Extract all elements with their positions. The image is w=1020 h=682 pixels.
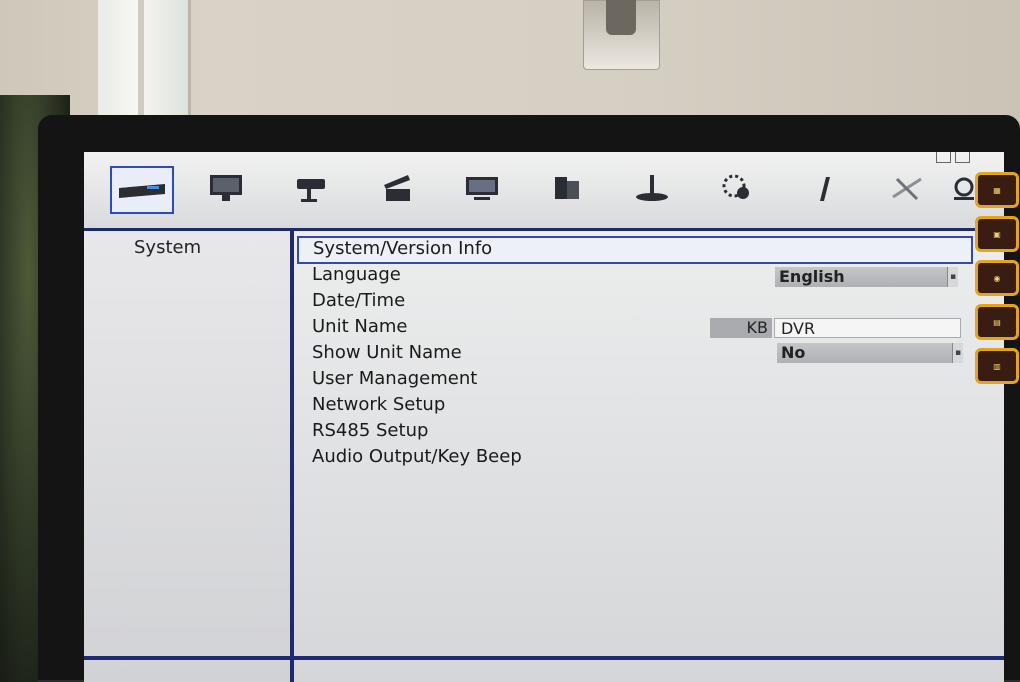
language-select[interactable]: English ▪	[775, 267, 958, 287]
quick-button-3[interactable]: ◉	[975, 260, 1019, 296]
menu-item-rs485-setup[interactable]: RS485 Setup	[312, 420, 428, 441]
window-corner-icons	[936, 152, 970, 163]
menu-item-show-unit-name[interactable]: Show Unit Name	[312, 342, 462, 363]
quick-button-5[interactable]: ▥	[975, 348, 1019, 384]
dropdown-arrow-icon: ▪	[952, 343, 963, 363]
sidebar-item-system[interactable]: System	[134, 237, 201, 258]
user-stand-icon[interactable]	[622, 166, 682, 210]
show-unit-name-value: No	[781, 343, 806, 362]
menu-item-network-setup[interactable]: Network Setup	[312, 394, 445, 415]
blue-square-icon[interactable]	[955, 152, 970, 163]
quick-button-2[interactable]: ▣	[975, 216, 1019, 252]
menu-item-unit-name[interactable]: Unit Name	[312, 316, 407, 337]
category-sidebar: System	[84, 231, 294, 682]
menu-item-audio-output-key-beep[interactable]: Audio Output/Key Beep	[312, 446, 522, 467]
background-window	[98, 0, 191, 125]
dvr-system-icon[interactable]	[110, 166, 174, 214]
dvr-screen: System System/Version Info Language Engl…	[84, 152, 1004, 682]
menu-item-system-version-info[interactable]: System/Version Info	[297, 236, 973, 264]
keyboard-button[interactable]: KB	[710, 318, 772, 338]
quick-button-1[interactable]: ▦	[975, 172, 1019, 208]
monitor-icon[interactable]	[196, 166, 256, 210]
bottom-status-strip	[84, 656, 1004, 660]
network-devices-icon[interactable]	[537, 166, 597, 210]
menu-item-date-time[interactable]: Date/Time	[312, 290, 405, 311]
show-unit-name-select[interactable]: No ▪	[777, 343, 963, 363]
main-menu-bar	[84, 152, 1004, 231]
quick-buttons: ▦ ▣ ◉ ▤ ▥	[975, 172, 1020, 392]
language-value: English	[779, 267, 845, 286]
info-icon[interactable]	[936, 152, 951, 163]
quick-button-4[interactable]: ▤	[975, 304, 1019, 340]
settings-panel: System/Version Info Language English ▪ D…	[294, 231, 1004, 682]
usb-icon[interactable]	[792, 166, 852, 210]
wall-outlet	[583, 0, 660, 70]
menu-item-user-management[interactable]: User Management	[312, 368, 477, 389]
display-icon[interactable]	[452, 166, 512, 210]
dropdown-arrow-icon: ▪	[947, 267, 958, 287]
unit-name-input[interactable]: DVR	[774, 318, 961, 338]
disk-icon[interactable]	[707, 166, 767, 210]
record-clapper-icon[interactable]	[366, 166, 426, 210]
camera-icon[interactable]	[281, 166, 341, 210]
tools-icon[interactable]	[877, 166, 937, 210]
menu-item-language[interactable]: Language	[312, 264, 401, 285]
